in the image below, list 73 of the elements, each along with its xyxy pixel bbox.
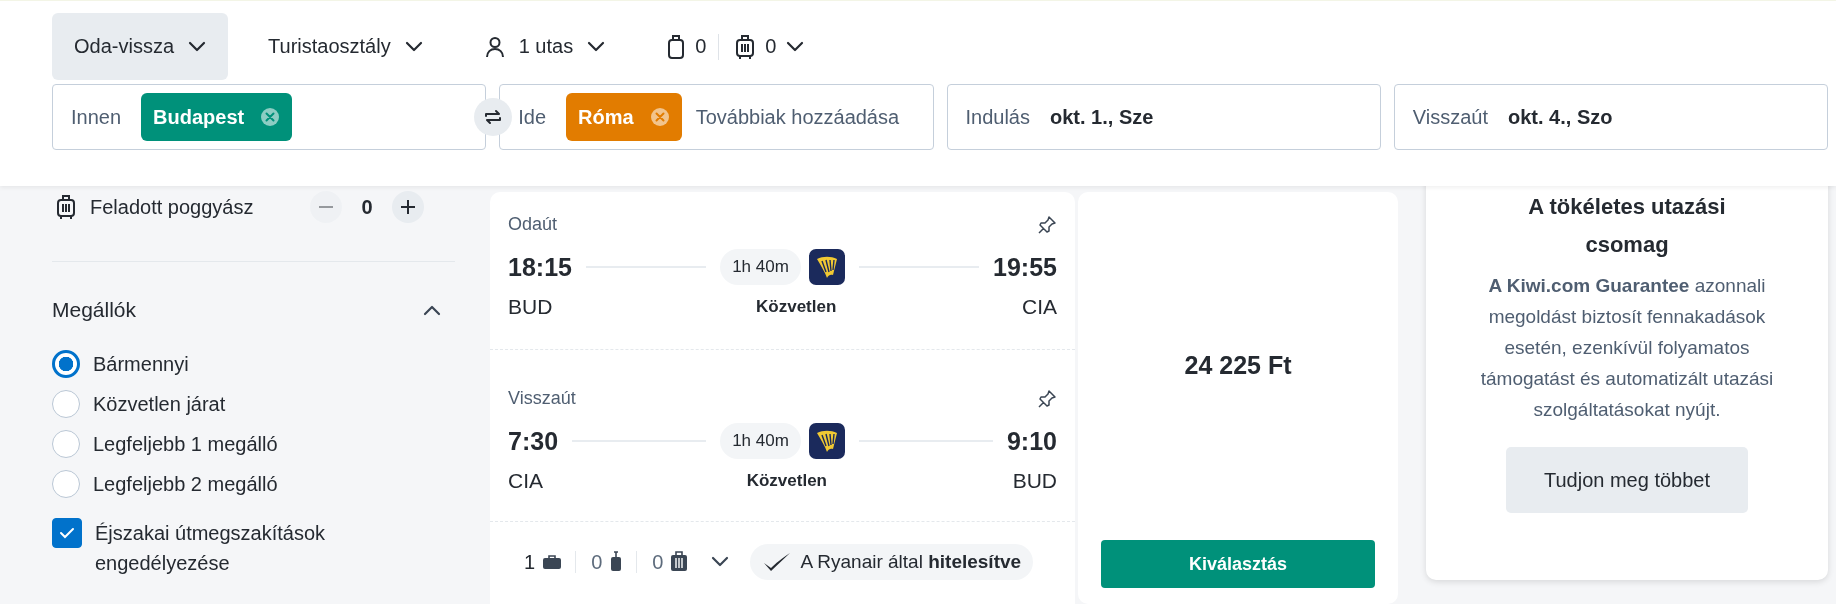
airport-code: BUD bbox=[1012, 469, 1057, 493]
chevron-down-icon bbox=[404, 40, 423, 53]
dropdown-button[interactable]: Oda-vissza bbox=[52, 13, 229, 80]
trolley-bag-icon bbox=[609, 551, 624, 573]
swap-icon bbox=[483, 109, 503, 125]
field-value: okt. 1., Sze bbox=[1050, 105, 1154, 129]
baggage-label: Feladott poggyász bbox=[90, 195, 255, 219]
minus-icon bbox=[319, 206, 333, 208]
chevron-down-icon bbox=[587, 40, 606, 53]
promo-text: A Kiwi.com Guarantee azonnali megoldást biztosít fennakadások esetén, ezenkívül folyamatos támogatást és automatizált utazási szolgáltatásokat nyújt. bbox=[1479, 274, 1775, 422]
field-label: Indulás bbox=[965, 105, 1030, 129]
arrival-time: 19:55 bbox=[993, 252, 1057, 282]
departure-time: 18:15 bbox=[508, 252, 572, 282]
chevron-down-icon bbox=[188, 40, 207, 53]
field-value: okt. 4., Szo bbox=[1508, 105, 1613, 129]
date-field[interactable]: Indulás okt. 1., Sze bbox=[946, 84, 1381, 150]
harp-logo-icon bbox=[808, 249, 845, 285]
stops-label: Közvetlen bbox=[746, 471, 827, 491]
duration-badge: 1h 40m bbox=[720, 423, 801, 459]
price: 24 225 Ft bbox=[1184, 351, 1292, 380]
place-chip[interactable]: Budapest bbox=[141, 93, 293, 141]
baggage-count: 0 bbox=[591, 550, 603, 574]
select-button[interactable]: Kiválasztás bbox=[1101, 540, 1375, 588]
briefcase-icon bbox=[542, 554, 563, 570]
passengers-button[interactable]: 1 utas bbox=[462, 13, 628, 80]
option-label: Legfeljebb 2 megálló bbox=[93, 472, 278, 496]
chevron-up-icon bbox=[423, 304, 441, 316]
airport-code: CIA bbox=[508, 469, 543, 493]
stops-label: Közvetlen bbox=[756, 297, 837, 317]
suitcase-icon bbox=[735, 33, 756, 60]
plus-button[interactable] bbox=[392, 191, 424, 223]
field-label: Visszaút bbox=[1412, 105, 1488, 129]
section-title: Megállók bbox=[52, 298, 137, 322]
radio-button[interactable] bbox=[52, 350, 80, 378]
field-label: Ide bbox=[518, 105, 547, 129]
promo-title: A tökéletes utazási csomag bbox=[1527, 193, 1727, 259]
pin-icon[interactable] bbox=[1037, 214, 1057, 235]
arrival-time: 9:10 bbox=[1006, 426, 1057, 456]
checkbox-label: Éjszakai útmegszakítások engedélyezése bbox=[95, 521, 327, 576]
pin-icon[interactable] bbox=[1037, 388, 1057, 409]
radio-button[interactable] bbox=[52, 470, 80, 498]
leg-label: Visszaút bbox=[508, 388, 576, 409]
airport-code: CIA bbox=[1022, 295, 1057, 319]
place-field[interactable]: Innen Budapest bbox=[52, 84, 487, 150]
plus-icon bbox=[401, 200, 415, 214]
suitcase-icon bbox=[56, 194, 76, 220]
person-icon bbox=[484, 35, 505, 58]
duration-badge: 1h 40m bbox=[720, 249, 801, 285]
option-label: Közvetlen járat bbox=[93, 392, 226, 416]
option-label: Bármennyi bbox=[93, 352, 189, 376]
check-icon bbox=[59, 527, 75, 539]
checkbox[interactable] bbox=[52, 518, 82, 548]
baggage-count: 1 bbox=[524, 550, 536, 574]
baggage-count: 0 bbox=[652, 550, 664, 574]
verified-badge: A Ryanair által hitelesítve bbox=[750, 544, 1034, 580]
close-icon[interactable] bbox=[260, 107, 281, 127]
radio-button[interactable] bbox=[52, 390, 80, 418]
departure-time: 7:30 bbox=[508, 426, 559, 456]
dropdown-button[interactable]: Turistaosztály bbox=[246, 13, 445, 80]
chevron-down-icon bbox=[711, 556, 730, 568]
radio-button[interactable] bbox=[52, 430, 80, 458]
chevron-down-icon bbox=[786, 40, 805, 53]
airport-code: BUD bbox=[508, 295, 553, 319]
date-field[interactable]: Visszaút okt. 4., Szo bbox=[1393, 84, 1828, 150]
leg-label: Odaút bbox=[508, 214, 558, 235]
suitcase-icon bbox=[670, 551, 689, 573]
harp-logo-icon bbox=[808, 423, 845, 459]
option-label: Legfeljebb 1 megálló bbox=[93, 432, 278, 456]
field-label: Innen bbox=[71, 105, 122, 129]
cabin-bag-icon bbox=[667, 33, 686, 60]
bags-button[interactable]: 0 0 bbox=[645, 13, 827, 80]
learn-more-button[interactable]: Tudjon meg többet bbox=[1506, 447, 1748, 513]
baggage-count: 0 bbox=[360, 195, 374, 219]
